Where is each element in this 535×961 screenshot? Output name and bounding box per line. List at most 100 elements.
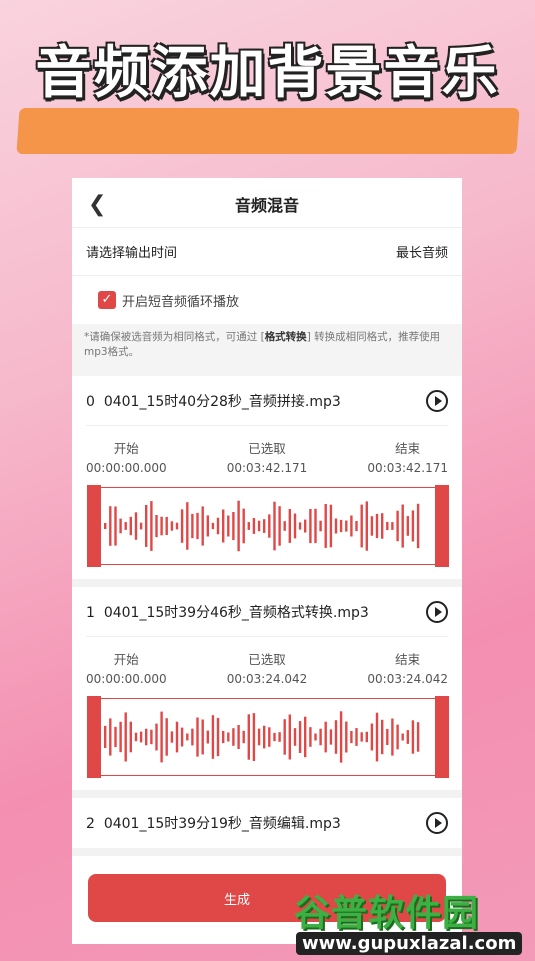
waveform-bar (227, 515, 230, 537)
waveform-bar (104, 725, 107, 748)
waveform-bar (298, 522, 302, 530)
waveform-bar (319, 520, 322, 532)
end-time: 结束 00:03:24.042 (367, 652, 448, 686)
waveform-bar (170, 731, 174, 743)
nav-bar: ❮ 音频混音 (72, 178, 462, 228)
waveform-bar (109, 718, 112, 756)
waveform-bar (155, 723, 158, 751)
waveform-bar (345, 721, 348, 753)
waveform-bar (196, 717, 199, 757)
track-item: 0 0401_15时40分28秒_音频拼接.mp3 开始 00:00:00.000… (72, 376, 462, 587)
waveform-selector[interactable] (87, 696, 449, 778)
waveform-bar (257, 520, 261, 532)
play-icon[interactable] (426, 812, 448, 834)
waveform-bar (339, 711, 343, 763)
waveform-bar (175, 522, 179, 530)
waveform-bar (283, 521, 286, 531)
waveform-bar (401, 504, 404, 548)
waveform-bar (186, 733, 189, 741)
waveform-bar (365, 731, 368, 743)
waveform-bar (355, 521, 358, 532)
waveform-bar (304, 519, 307, 533)
waveform-bar (329, 504, 333, 548)
waveform-bar (278, 506, 281, 546)
waveform-bar (124, 522, 127, 530)
start-time: 开始 00:00:00.000 (86, 652, 167, 686)
play-icon[interactable] (426, 600, 448, 623)
waveform-bar (355, 728, 358, 746)
waveform-bar (273, 501, 276, 551)
format-convert-link[interactable]: 格式转换 (265, 331, 307, 343)
waveform-bar (222, 730, 225, 744)
waveform-right-handle[interactable] (435, 696, 449, 778)
waveform-bar (375, 712, 379, 762)
waveform-bar (237, 500, 240, 552)
waveform-bar (350, 731, 353, 744)
waveform-bar (232, 728, 235, 746)
waveform-bar (191, 728, 194, 746)
play-icon[interactable] (426, 389, 448, 412)
waveform-bar (334, 518, 338, 534)
loop-checkbox[interactable]: ✓ (98, 291, 116, 309)
note-prefix: *请确保被选音频为相同格式，可通过 [ (84, 331, 265, 343)
page-title: 音频混音 (234, 196, 299, 215)
watermark: 谷普软件园 www.gupuxlazal.com (292, 884, 535, 961)
start-time: 开始 00:00:00.000 (86, 441, 167, 475)
waveform-bar (386, 729, 389, 745)
track-item: 1 0401_15时39分46秒_音频格式转换.mp3 开始 00:00:00.0… (72, 587, 462, 798)
waveform-bar (263, 519, 266, 533)
waveform-graphic (104, 711, 420, 763)
end-time: 结束 00:03:42.171 (367, 441, 448, 475)
waveform-bar (360, 732, 363, 742)
waveform-bar (406, 730, 409, 744)
waveform-graphic (104, 500, 420, 552)
watermark-url: www.gupuxlazal.com (296, 932, 523, 955)
output-time-label: 请选择输出时间 (86, 246, 178, 261)
output-time-value[interactable]: 最长音频 (396, 242, 448, 261)
waveform-left-handle[interactable] (87, 485, 101, 567)
waveform-bar (396, 724, 399, 750)
waveform-bar (416, 503, 420, 549)
waveform-bar (334, 720, 338, 754)
waveform-bar (114, 506, 117, 546)
waveform-bar (350, 515, 353, 537)
waveform-bar (416, 722, 420, 752)
waveform-bar (216, 517, 220, 535)
waveform-bar (288, 714, 291, 760)
waveform-bar (324, 504, 327, 548)
waveform-bar (206, 730, 209, 744)
waveform-left-handle[interactable] (87, 696, 101, 778)
format-note: *请确保被选音频为相同格式，可通过 [格式转换] 转换成相同格式，推荐使用mp3… (72, 324, 462, 376)
waveform-bar (150, 729, 153, 745)
waveform-bar (180, 509, 184, 543)
waveform-right-handle[interactable] (435, 485, 449, 567)
waveform-bar (160, 516, 163, 536)
waveform-bar (293, 728, 297, 746)
waveform-bar (237, 725, 240, 749)
waveform-bar (109, 506, 112, 546)
waveform-bar (165, 718, 168, 756)
waveform-bar (165, 516, 168, 535)
track-header: 2 0401_15时39分19秒_音频编辑.mp3 (86, 798, 448, 848)
waveform-bar (381, 513, 384, 539)
loop-label: 开启短音频循环播放 (122, 294, 240, 310)
waveform-bar (329, 729, 333, 745)
waveform-bar (196, 512, 199, 540)
track-name: 1 0401_15时39分46秒_音频格式转换.mp3 (86, 604, 369, 621)
output-time-row[interactable]: 请选择输出时间 最长音频 (72, 228, 462, 276)
waveform-bar (309, 727, 312, 747)
waveform-bar (242, 508, 245, 544)
waveform-bar (119, 721, 122, 753)
track-name: 2 0401_15时39分19秒_音频编辑.mp3 (86, 816, 341, 832)
promo-title: 音频添加背景音乐 (35, 41, 500, 106)
waveform-bar (252, 518, 256, 534)
waveform-bar (134, 732, 138, 742)
waveform-selector[interactable] (87, 485, 449, 567)
waveform-bar (370, 516, 374, 536)
waveform-bar (155, 515, 158, 538)
waveform-bar (252, 713, 256, 761)
waveform-bar (145, 505, 148, 547)
loop-option-row[interactable]: ✓ 开启短音频循环播放 (72, 276, 462, 324)
waveform-bar (293, 513, 297, 539)
waveform-bar (298, 721, 302, 753)
